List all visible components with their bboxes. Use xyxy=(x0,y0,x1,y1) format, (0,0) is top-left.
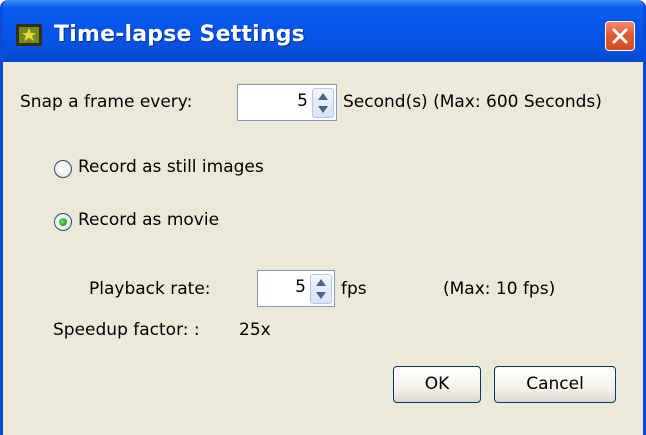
radio-still-images-label[interactable]: Record as still images xyxy=(78,157,264,177)
snap-label: Snap a frame every: xyxy=(20,92,193,112)
playback-spin-buttons[interactable] xyxy=(310,274,332,304)
dialog-title: Time-lapse Settings xyxy=(54,22,305,47)
snap-interval-spinner[interactable]: 5 xyxy=(237,84,337,121)
timelapse-settings-dialog: Time-lapse Settings Snap a frame every: … xyxy=(0,0,646,435)
ok-button[interactable]: OK xyxy=(393,366,481,403)
film-star-icon xyxy=(16,24,42,46)
radio-movie-label[interactable]: Record as movie xyxy=(78,210,219,230)
radio-still-images[interactable] xyxy=(54,160,72,178)
cancel-button[interactable]: Cancel xyxy=(494,366,616,403)
speedup-factor-value: 25x xyxy=(239,320,271,340)
spin-down-icon[interactable] xyxy=(317,105,329,114)
playback-max-text: (Max: 10 fps) xyxy=(443,279,556,299)
spin-down-icon[interactable] xyxy=(315,291,327,300)
radio-movie[interactable] xyxy=(54,213,72,231)
snap-interval-value[interactable]: 5 xyxy=(297,91,308,111)
playback-rate-value[interactable]: 5 xyxy=(295,277,306,297)
speedup-factor-label: Speedup factor: : xyxy=(53,320,200,340)
spin-up-icon[interactable] xyxy=(315,278,327,287)
radio-selected-dot xyxy=(59,218,67,226)
close-button[interactable] xyxy=(605,21,635,51)
title-bar[interactable]: Time-lapse Settings xyxy=(3,0,643,62)
playback-rate-label: Playback rate: xyxy=(89,279,211,299)
snap-spin-buttons[interactable] xyxy=(312,88,334,118)
playback-rate-spinner[interactable]: 5 xyxy=(257,270,335,307)
spin-up-icon[interactable] xyxy=(317,92,329,101)
close-icon xyxy=(612,28,628,44)
snap-unit-text: Second(s) (Max: 600 Seconds) xyxy=(343,92,602,112)
playback-unit-text: fps xyxy=(341,279,367,299)
